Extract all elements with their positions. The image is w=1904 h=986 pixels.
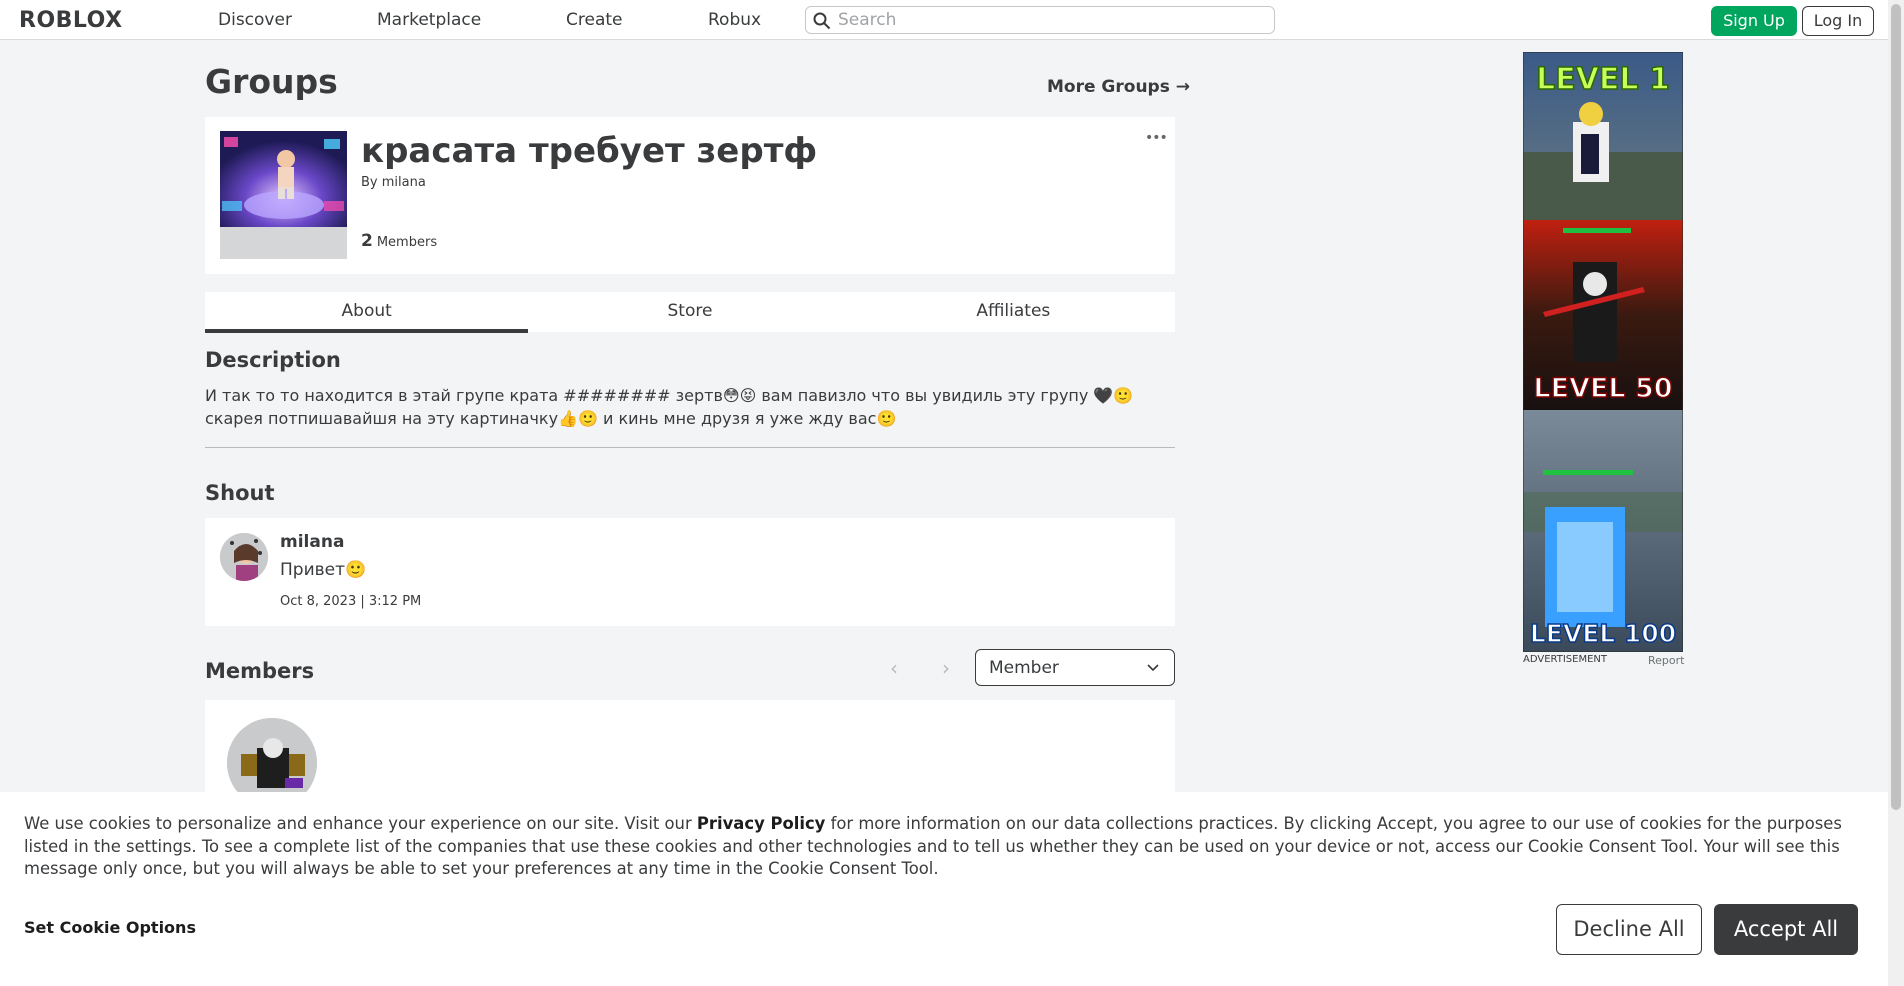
group-tabs: About Store Affiliates [205, 292, 1175, 333]
tab-about[interactable]: About [205, 292, 529, 333]
roblox-logo[interactable]: ROBLOX [19, 8, 123, 33]
group-menu-button[interactable]: ••• [1145, 130, 1168, 146]
description-text: И так то то находится в этай групе крата… [205, 386, 1134, 428]
cookie-text: We use cookies to personalize and enhanc… [24, 813, 1864, 881]
nav-create[interactable]: Create [566, 10, 623, 30]
accept-all-button[interactable]: Accept All [1714, 904, 1858, 955]
shout-message: Привет🙂 [280, 560, 367, 580]
ad-level-1-text: LEVEL 1 [1536, 62, 1670, 97]
member-count: 2 Members [361, 231, 437, 251]
role-dropdown-value: Member [989, 658, 1059, 678]
search-input[interactable] [838, 10, 1258, 30]
nav-discover[interactable]: Discover [218, 10, 292, 30]
members-prev-button[interactable]: ‹ [890, 656, 898, 680]
nav-robux[interactable]: Robux [708, 10, 761, 30]
set-cookie-options-link[interactable]: Set Cookie Options [24, 918, 196, 937]
cookie-text-before: We use cookies to personalize and enhanc… [24, 814, 697, 833]
shout-avatar[interactable] [220, 533, 268, 581]
member-count-label: Members [376, 235, 438, 250]
role-dropdown[interactable]: Member [975, 649, 1175, 686]
nav-marketplace[interactable]: Marketplace [377, 10, 481, 30]
login-button[interactable]: Log In [1802, 6, 1874, 36]
owner-prefix: By [361, 175, 378, 190]
section-divider [205, 447, 1175, 448]
search-icon [813, 12, 831, 30]
chevron-down-icon [1147, 664, 1159, 672]
tab-affiliates[interactable]: Affiliates [852, 292, 1175, 332]
ad-report-link[interactable]: Report [1648, 654, 1684, 667]
owner-link[interactable]: milana [382, 175, 426, 190]
more-groups-link[interactable]: More Groups → [1047, 77, 1190, 97]
group-name: красата требует зертф [361, 131, 818, 171]
decline-all-button[interactable]: Decline All [1556, 904, 1702, 955]
privacy-policy-link[interactable]: Privacy Policy [697, 814, 825, 833]
group-owner: By milana [361, 175, 426, 190]
shout-card: milana Привет🙂 Oct 8, 2023 | 3:12 PM [205, 518, 1175, 626]
page-title: Groups [205, 62, 338, 101]
signup-button[interactable]: Sign Up [1711, 6, 1797, 36]
group-header-card: красата требует зертф By milana 2 Members… [205, 117, 1175, 274]
members-next-button[interactable]: › [942, 656, 950, 680]
advertisement-label: ADVERTISEMENT [1523, 654, 1608, 665]
scrollbar-thumb[interactable] [1891, 4, 1901, 810]
page-scrollbar[interactable] [1888, 0, 1904, 986]
top-navigation: ROBLOX Discover Marketplace Create Robux… [0, 0, 1904, 40]
search-box[interactable] [805, 6, 1275, 34]
shout-username[interactable]: milana [280, 532, 344, 552]
description-title: Description [205, 348, 341, 372]
group-emblem-image [220, 131, 347, 259]
cookie-banner: We use cookies to personalize and enhanc… [0, 792, 1888, 986]
ad-level-100-text: LEVEL 100 [1530, 619, 1676, 648]
tab-store[interactable]: Store [528, 292, 851, 332]
shout-title: Shout [205, 481, 275, 505]
advertisement-banner[interactable]: LEVEL 1 LEVEL 50 LEVEL 100 [1523, 52, 1683, 652]
shout-date: Oct 8, 2023 | 3:12 PM [280, 594, 422, 609]
ad-level-50-text: LEVEL 50 [1533, 373, 1672, 404]
members-title: Members [205, 659, 315, 683]
member-count-value: 2 [361, 231, 373, 251]
